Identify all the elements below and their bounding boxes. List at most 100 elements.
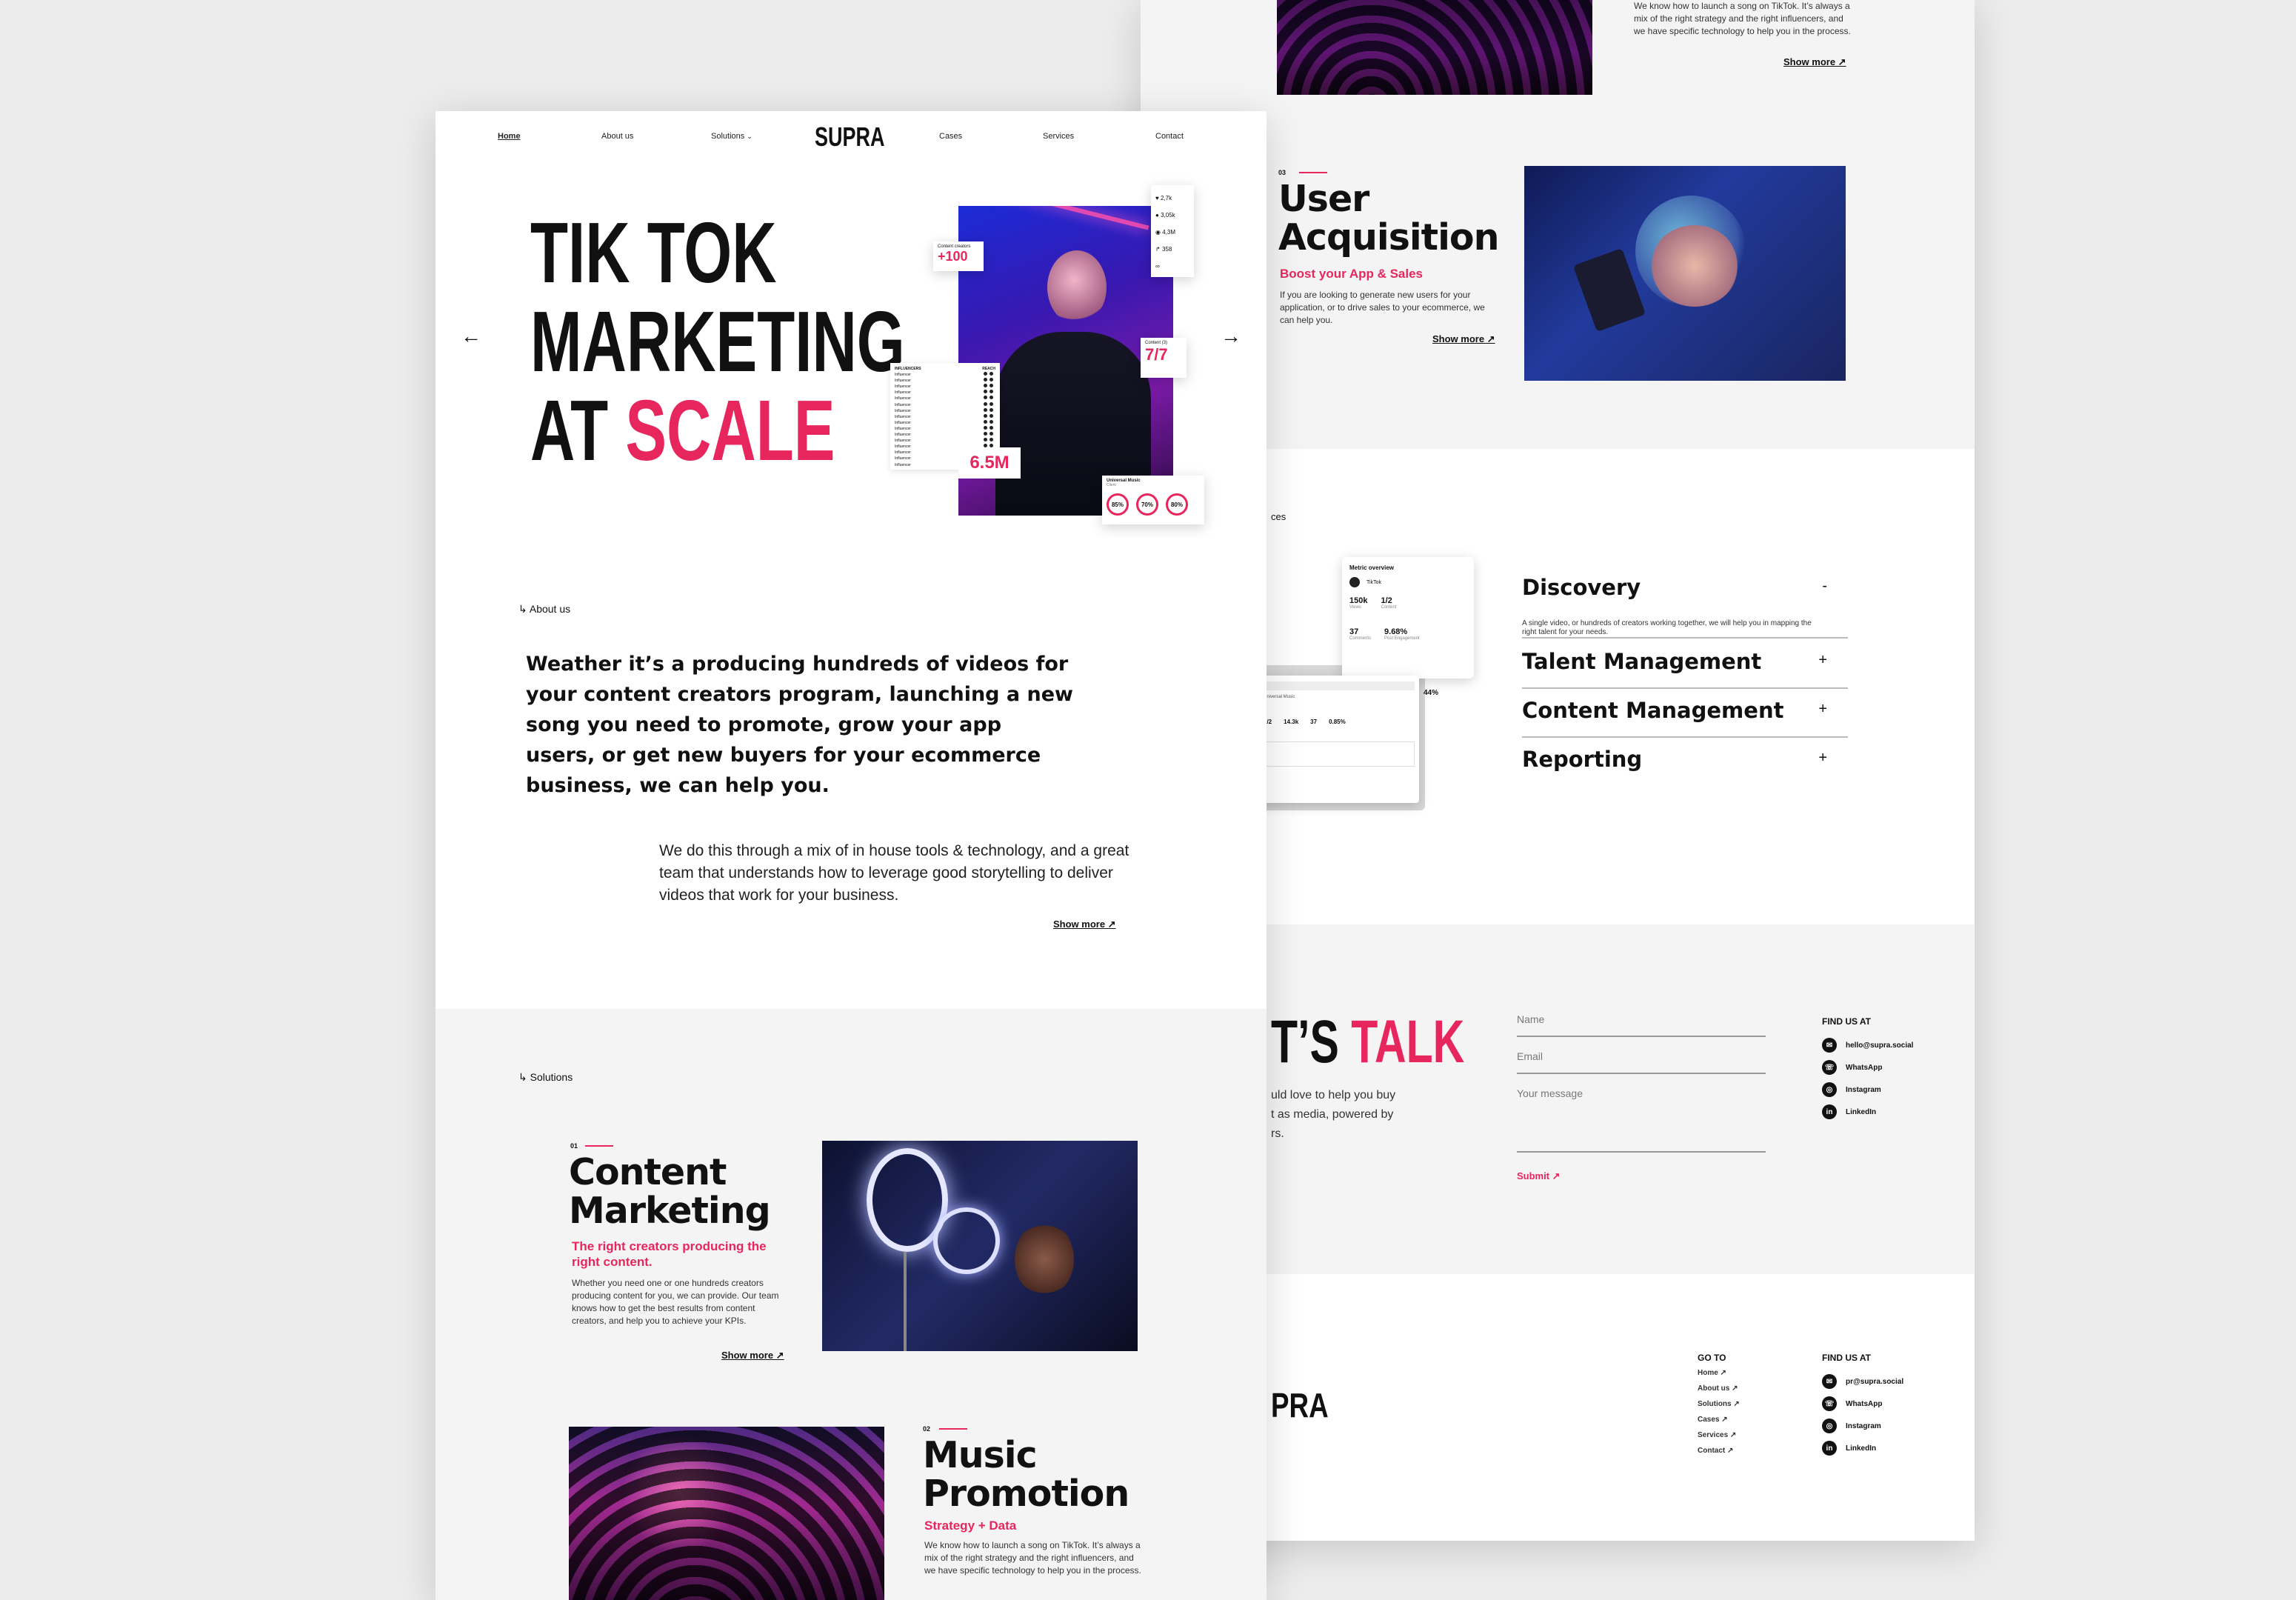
- arrow-return-icon: ↳: [518, 1071, 527, 1083]
- views-value: 4,3M: [1162, 229, 1176, 236]
- influencer-row-name: Influencer: [895, 433, 911, 438]
- music-show-more-top[interactable]: Show more ↗: [1783, 56, 1846, 68]
- influencer-row-dots: [984, 384, 995, 390]
- email-field[interactable]: Email: [1517, 1050, 1766, 1074]
- next-arrow-icon[interactable]: →: [1221, 324, 1241, 348]
- metric-content: 1/2: [1381, 596, 1392, 605]
- about-label: ↳ About us: [518, 603, 570, 616]
- contact-email-text: hello@supra.social: [1846, 1041, 1914, 1050]
- linkedin-icon: in: [1822, 1441, 1837, 1456]
- name-field[interactable]: Name: [1517, 1013, 1766, 1037]
- instagram-icon: ◎: [1822, 1419, 1837, 1433]
- footer-link-contact[interactable]: Contact ↗: [1698, 1447, 1740, 1462]
- cm-title-2: Marketing: [569, 1190, 771, 1232]
- nav-cases[interactable]: Cases: [939, 132, 962, 141]
- ua-show-more[interactable]: Show more ↗: [1432, 333, 1495, 345]
- campaign-v2: 14.3k: [1284, 719, 1299, 725]
- ua-title-1: User: [1278, 178, 1369, 220]
- contact-linkedin-text: LinkedIn: [1846, 1107, 1877, 1116]
- metric-content-label: Content: [1381, 605, 1397, 610]
- user-acquisition-photo: [1524, 166, 1846, 381]
- nav-contact[interactable]: Contact: [1155, 132, 1184, 141]
- share-icon: ↱: [1155, 246, 1161, 253]
- accordion-content-management[interactable]: Content Management +: [1522, 698, 1848, 738]
- contact-text: uld love to help you buy t as media, pow…: [1271, 1089, 1396, 1140]
- tiktok-icon: [1349, 577, 1360, 587]
- influencer-row: Influencer: [895, 396, 995, 401]
- influencer-row: Influencer: [895, 432, 995, 438]
- contact-linkedin-link[interactable]: in LinkedIn: [1822, 1101, 1913, 1123]
- reach-value: 6.5M: [970, 453, 1009, 473]
- accordion-talent-title: Talent Management: [1522, 649, 1762, 674]
- mail-icon: ✉: [1822, 1038, 1837, 1053]
- collapse-icon[interactable]: -: [1822, 578, 1827, 600]
- mp-body: We know how to launch a song on TikTok. …: [924, 1540, 1141, 1576]
- about-show-more[interactable]: Show more ↗: [1053, 919, 1116, 930]
- engagement-stats-card: ♥ 2,7k ● 3,05k ◉ 4,3M ↱ 358 ∞: [1151, 185, 1194, 277]
- whatsapp-icon: ☏: [1822, 1396, 1837, 1411]
- footer-link-cases[interactable]: Cases ↗: [1698, 1416, 1740, 1431]
- logo[interactable]: SUPRA: [815, 121, 908, 153]
- comment-icon: ●: [1155, 212, 1159, 219]
- expand-icon[interactable]: +: [1818, 652, 1827, 669]
- footer-link-about[interactable]: About us ↗: [1698, 1384, 1740, 1400]
- metric-views-label: Views: [1349, 605, 1361, 610]
- campaign-card: Universal Music 1/2 14.3k 37 0.85%: [1259, 676, 1419, 803]
- nav-solutions-label: Solutions: [711, 132, 745, 141]
- mp-title-1: Music: [923, 1434, 1038, 1476]
- nav-solutions[interactable]: Solutions ⌄: [711, 132, 752, 141]
- eye-icon: ◉: [1155, 229, 1161, 236]
- accordion-discovery[interactable]: Discovery - A single video, or hundreds …: [1522, 575, 1848, 639]
- footer-link-solutions[interactable]: Solutions ↗: [1698, 1400, 1740, 1416]
- hero-line-3b: SCALE: [625, 382, 835, 479]
- comments-value: 3,05k: [1161, 212, 1175, 219]
- contact-instagram-link[interactable]: ◎ Instagram: [1822, 1079, 1913, 1101]
- footer-goto-label: GO TO: [1698, 1353, 1726, 1363]
- footer-email-link[interactable]: ✉ pr@supra.social: [1822, 1370, 1903, 1393]
- contact-whatsapp-link[interactable]: ☏ WhatsApp: [1822, 1056, 1913, 1079]
- mp-number: 02: [923, 1425, 931, 1433]
- message-field[interactable]: Your message: [1517, 1087, 1766, 1153]
- shares-value: 358: [1161, 246, 1172, 253]
- accordion-reporting-title: Reporting: [1522, 747, 1643, 772]
- submit-button[interactable]: Submit ↗: [1517, 1170, 1561, 1182]
- chevron-down-icon: ⌄: [747, 133, 752, 140]
- prev-arrow-icon[interactable]: ←: [461, 324, 481, 348]
- likes-stat: ♥ 2,7k: [1155, 190, 1189, 207]
- influencer-row-dots: [984, 396, 995, 401]
- nav-about[interactable]: About us: [601, 132, 633, 141]
- contact-email-link[interactable]: ✉ hello@supra.social: [1822, 1034, 1913, 1056]
- influencer-row-name: Influencer: [895, 373, 911, 378]
- expand-icon[interactable]: +: [1818, 750, 1827, 767]
- accordion-reporting[interactable]: Reporting +: [1522, 747, 1848, 787]
- footer-linkedin-link[interactable]: in LinkedIn: [1822, 1437, 1903, 1459]
- influencer-row-dots: [984, 390, 995, 396]
- influencer-row-dots: [984, 419, 995, 426]
- metric-views: 150k: [1349, 596, 1368, 605]
- footer-linkedin-text: LinkedIn: [1846, 1444, 1877, 1453]
- nav-services[interactable]: Services: [1043, 132, 1074, 141]
- influencer-row-dots: [984, 432, 995, 438]
- influencer-row: Influencer: [895, 413, 995, 420]
- ua-subtitle: Boost your App & Sales: [1280, 267, 1424, 281]
- content-count-card: Content (3) 7/7: [1141, 338, 1187, 378]
- footer-whatsapp-text: WhatsApp: [1846, 1399, 1883, 1408]
- metric-comments: 37: [1349, 627, 1359, 636]
- footer-link-home[interactable]: Home ↗: [1698, 1369, 1740, 1384]
- footer-instagram-link[interactable]: ◎ Instagram: [1822, 1415, 1903, 1437]
- influencer-row-name: Influencer: [895, 439, 911, 444]
- campaign-percent: 44%: [1424, 689, 1439, 697]
- left-sheet: Home About us Solutions ⌄ Cases Services…: [435, 111, 1267, 1600]
- about-body: We do this through a mix of in house too…: [659, 842, 1129, 904]
- content-marketing-photo: [822, 1141, 1138, 1351]
- footer-whatsapp-link[interactable]: ☏ WhatsApp: [1822, 1393, 1903, 1415]
- cm-show-more[interactable]: Show more ↗: [721, 1350, 784, 1361]
- nav-home[interactable]: Home: [498, 132, 521, 141]
- footer-link-services[interactable]: Services ↗: [1698, 1431, 1740, 1447]
- accordion-talent-management[interactable]: Talent Management +: [1522, 649, 1848, 689]
- expand-icon[interactable]: +: [1818, 701, 1827, 718]
- metric-comments-label: Comments: [1349, 636, 1372, 641]
- hero-line-3: AT SCALE: [530, 385, 835, 476]
- ua-body: If you are looking to generate new users…: [1280, 290, 1485, 325]
- music-body-top: We know how to launch a song on TikTok. …: [1634, 1, 1851, 36]
